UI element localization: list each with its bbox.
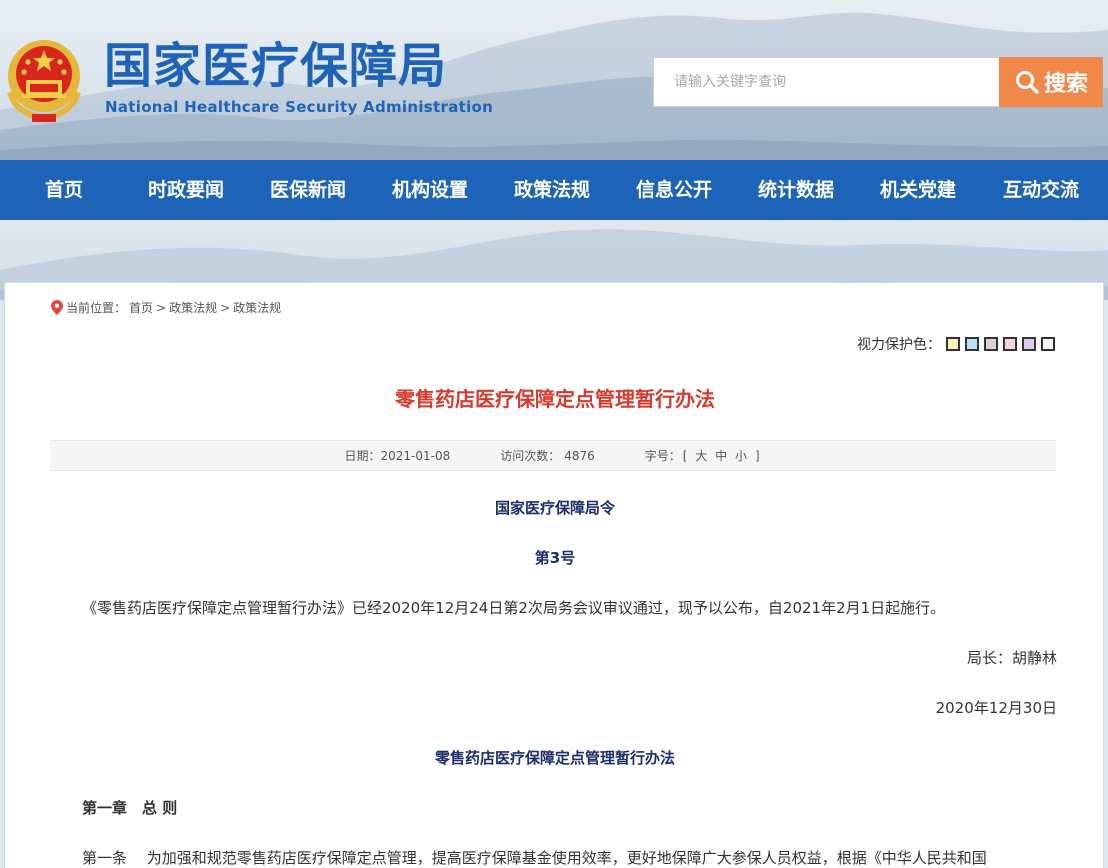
publish-date: 2021-01-08 bbox=[380, 448, 451, 463]
search-button-label: 搜索 bbox=[1043, 72, 1088, 97]
visits-label: 访问次数： bbox=[500, 449, 561, 463]
search-input[interactable] bbox=[653, 57, 1000, 107]
nav-item-organization[interactable]: 机构设置 bbox=[392, 160, 468, 220]
font-size-bracket-open: [ bbox=[682, 449, 688, 463]
article-title: 零售药店医疗保障定点管理暂行办法 bbox=[395, 387, 715, 411]
breadcrumb-separator: > bbox=[220, 300, 231, 315]
nav-item-news[interactable]: 时政要闻 bbox=[148, 160, 224, 220]
date-label: 日期： bbox=[344, 449, 381, 463]
site-subtitle: National Healthcare Security Administrat… bbox=[105, 98, 494, 116]
font-size-medium[interactable]: 中 bbox=[715, 449, 727, 463]
document-title: 零售药店医疗保障定点管理暂行办法 bbox=[434, 749, 675, 767]
font-size-small[interactable]: 小 bbox=[735, 449, 747, 463]
article-1-paragraph: 第一条 为加强和规范零售药店医疗保障定点管理，提高医疗保障基金使用效率，更好地保… bbox=[82, 849, 987, 867]
breadcrumb-home[interactable]: 首页 bbox=[129, 299, 153, 316]
signature: 局长：胡静林 bbox=[966, 649, 1057, 667]
site-title: 国家医疗保障局 bbox=[104, 38, 448, 94]
nav-item-party[interactable]: 机关党建 bbox=[880, 160, 956, 220]
font-size-bracket-close: ] bbox=[754, 449, 760, 463]
eye-protection-colors: 视力保护色： bbox=[857, 334, 1055, 354]
font-size-label: 字号： bbox=[644, 449, 681, 463]
order-number: 第3号 bbox=[534, 549, 576, 567]
swatch-purple[interactable] bbox=[1022, 337, 1036, 351]
main-nav: 首页 时政要闻 医保新闻 机构设置 政策法规 信息公开 统计数据 机关党建 互动… bbox=[0, 160, 1108, 220]
site-header: 国家医疗保障局 National Healthcare Security Adm… bbox=[0, 0, 1108, 160]
location-pin-icon bbox=[51, 300, 63, 315]
chapter-heading: 第一章 总 则 bbox=[82, 799, 178, 817]
national-emblem-icon bbox=[7, 40, 81, 122]
swatch-gray[interactable] bbox=[984, 337, 998, 351]
swatch-white[interactable] bbox=[1041, 337, 1055, 351]
visit-count: 4876 bbox=[564, 448, 595, 463]
swatch-blue[interactable] bbox=[965, 337, 979, 351]
font-size-switcher: [ 大 中 小 ] bbox=[681, 447, 762, 464]
nav-item-healthcare-news[interactable]: 医保新闻 bbox=[270, 160, 346, 220]
nav-item-home[interactable]: 首页 bbox=[45, 160, 83, 220]
swatch-yellow[interactable] bbox=[946, 337, 960, 351]
nav-item-interaction[interactable]: 互动交流 bbox=[1003, 160, 1079, 220]
font-size-large[interactable]: 大 bbox=[695, 449, 707, 463]
breadcrumb-policies[interactable]: 政策法规 bbox=[169, 299, 217, 316]
eye-protection-label: 视力保护色： bbox=[857, 337, 941, 353]
breadcrumb-policies-sub[interactable]: 政策法规 bbox=[233, 299, 281, 316]
nav-item-disclosure[interactable]: 信息公开 bbox=[636, 160, 712, 220]
swatch-pink[interactable] bbox=[1003, 337, 1017, 351]
magnifier-icon bbox=[1015, 71, 1039, 94]
sign-date: 2020年12月30日 bbox=[935, 699, 1057, 717]
order-heading: 国家医疗保障局令 bbox=[494, 499, 615, 517]
article-meta-bar: 日期： 2021-01-08 访问次数： 4876 字号： [ 大 中 小 ] bbox=[50, 440, 1056, 471]
nav-item-statistics[interactable]: 统计数据 bbox=[758, 160, 834, 220]
search-button[interactable]: 搜索 bbox=[999, 57, 1103, 107]
nav-item-policies[interactable]: 政策法规 bbox=[514, 160, 590, 220]
breadcrumb-prefix: 当前位置： bbox=[66, 301, 127, 315]
breadcrumb: 当前位置： 首页 > 政策法规 > 政策法规 bbox=[51, 299, 281, 316]
intro-paragraph: 《零售药店医疗保障定点管理暂行办法》已经2020年12月24日第2次局务会议审议… bbox=[82, 599, 946, 617]
breadcrumb-separator: > bbox=[156, 300, 167, 315]
content-panel: 当前位置： 首页 > 政策法规 > 政策法规 视力保护色： 零售药店医疗保障定点… bbox=[4, 282, 1104, 868]
